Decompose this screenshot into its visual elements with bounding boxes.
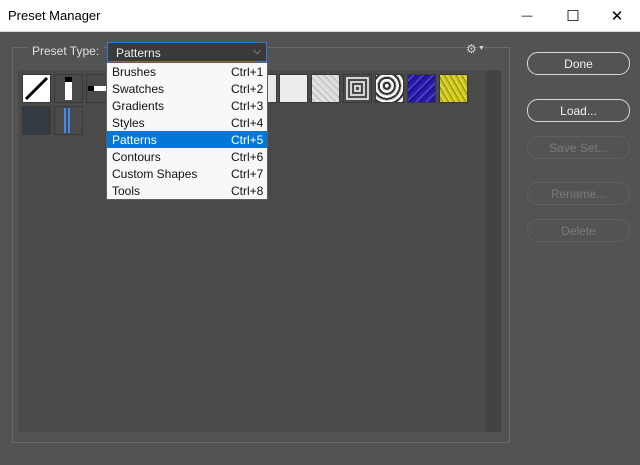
menu-item-label: Contours (112, 150, 161, 164)
preset-type-value: Patterns (116, 46, 161, 60)
close-button[interactable]: ✕ (594, 0, 640, 31)
pattern-thumbnail-concentric-squares[interactable] (343, 74, 372, 103)
maximize-button[interactable]: ☐ (550, 0, 596, 31)
menu-item-swatches[interactable]: Swatches Ctrl+2 (107, 80, 267, 97)
maximize-icon: ☐ (566, 7, 580, 25)
menu-item-patterns[interactable]: Patterns Ctrl+5 (107, 131, 267, 148)
blue-stripes-icon (64, 108, 70, 133)
menu-item-shortcut: Ctrl+1 (231, 65, 264, 79)
diagonal-line-icon (24, 76, 49, 101)
menu-item-brushes[interactable]: Brushes Ctrl+1 (107, 63, 267, 80)
menu-item-shortcut: Ctrl+5 (231, 133, 264, 147)
gear-icon[interactable]: ⚙ (466, 42, 477, 56)
menu-item-label: Styles (112, 116, 145, 130)
title-bar: Preset Manager — ☐ ✕ (0, 0, 640, 32)
pattern-thumbnail-noise-texture[interactable] (311, 74, 340, 103)
pattern-thumbnail-marble-texture[interactable] (375, 74, 404, 103)
menu-item-contours[interactable]: Contours Ctrl+6 (107, 148, 267, 165)
pattern-thumbnail-diagonal[interactable] (22, 74, 51, 103)
menu-item-custom-shapes[interactable]: Custom Shapes Ctrl+7 (107, 165, 267, 182)
menu-item-shortcut: Ctrl+7 (231, 167, 264, 181)
pattern-thumbnail-dark-slate[interactable] (22, 106, 51, 135)
close-icon: ✕ (610, 7, 624, 25)
window-title: Preset Manager (8, 8, 101, 23)
menu-item-gradients[interactable]: Gradients Ctrl+3 (107, 97, 267, 114)
pattern-thumbnail-yellow-texture[interactable] (439, 74, 468, 103)
rename-button[interactable]: Rename... (527, 182, 630, 205)
dialog-body: Preset Type: Patterns ⌵ ⚙ ▼ Brushes Ctrl… (0, 32, 640, 465)
menu-item-label: Tools (112, 184, 141, 198)
menu-item-label: Custom Shapes (112, 167, 198, 181)
preset-type-dropdown[interactable]: Patterns ⌵ (107, 42, 267, 62)
pattern-thumbnail-vertical-bar[interactable] (54, 74, 83, 103)
menu-item-label: Patterns (112, 133, 157, 147)
menu-item-label: Brushes (112, 65, 157, 79)
menu-item-label: Gradients (112, 99, 165, 113)
done-button[interactable]: Done (527, 52, 630, 75)
save-set-button[interactable]: Save Set... (527, 136, 630, 159)
menu-item-shortcut: Ctrl+3 (231, 99, 264, 113)
pattern-thumbnail-partial[interactable] (267, 74, 277, 103)
menu-item-shortcut: Ctrl+4 (231, 116, 264, 130)
menu-item-shortcut: Ctrl+8 (231, 184, 264, 198)
vertical-bar-icon (65, 77, 72, 100)
minimize-button[interactable]: — (504, 0, 550, 31)
pattern-thumbnail-white-texture[interactable] (279, 74, 308, 103)
gear-menu-caret-icon[interactable]: ▼ (478, 45, 485, 52)
preset-type-menu: Brushes Ctrl+1 Swatches Ctrl+2 Gradients Ct… (106, 62, 268, 200)
menu-item-tools[interactable]: Tools Ctrl+8 (107, 182, 267, 199)
menu-item-shortcut: Ctrl+6 (231, 150, 264, 164)
horizontal-bar-icon (88, 86, 106, 91)
delete-button[interactable]: Delete (527, 219, 630, 242)
concentric-squares-icon (346, 77, 369, 100)
menu-item-label: Swatches (112, 82, 165, 96)
pattern-thumbnail-blue-stripes[interactable] (54, 106, 83, 135)
preset-panel-scrollbar[interactable] (486, 70, 501, 432)
menu-item-shortcut: Ctrl+2 (231, 82, 264, 96)
chevron-down-icon: ⌵ (253, 46, 261, 57)
minimize-icon: — (521, 9, 533, 22)
load-button[interactable]: Load... (527, 99, 630, 122)
pattern-thumbnail-blue-texture[interactable] (407, 74, 436, 103)
menu-item-styles[interactable]: Styles Ctrl+4 (107, 114, 267, 131)
preset-type-label: Preset Type: (28, 44, 104, 58)
